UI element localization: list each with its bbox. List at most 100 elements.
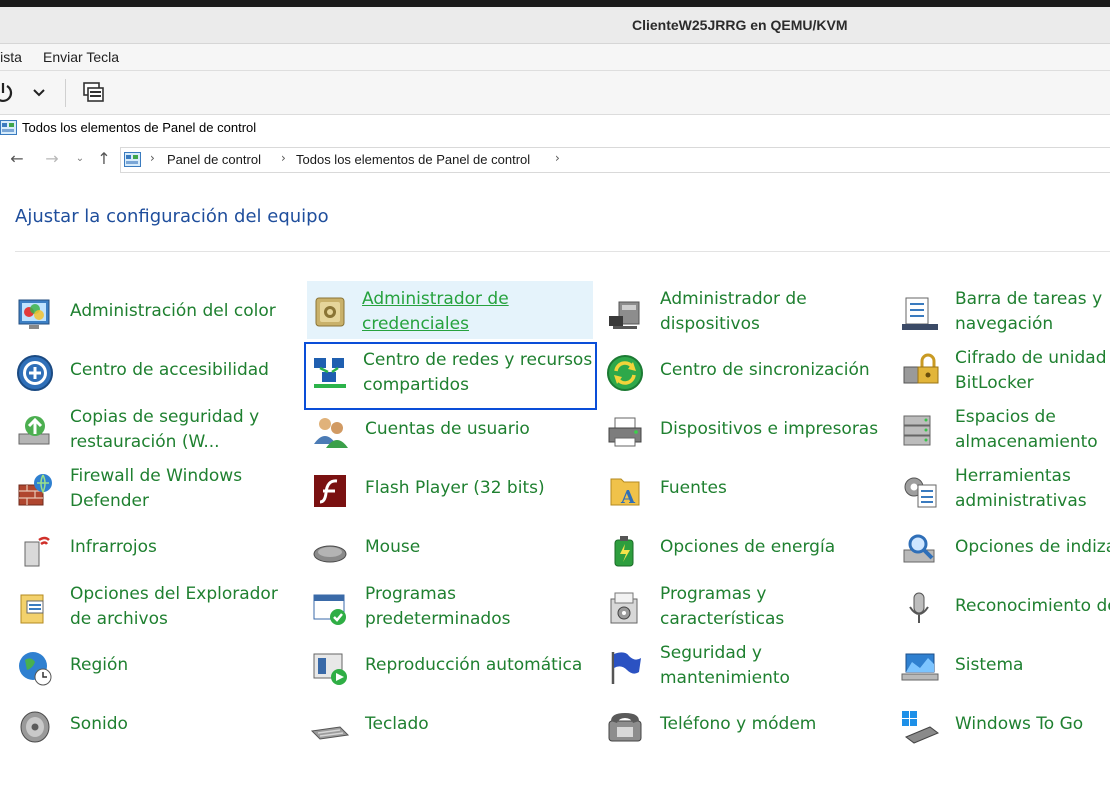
chevron-down-icon[interactable] bbox=[32, 87, 46, 99]
item-barra-tareas[interactable]: Barra de tareas y navegación bbox=[900, 283, 1110, 339]
item-label: Centro de sincronización bbox=[660, 360, 870, 380]
item-label: administrativas bbox=[955, 491, 1087, 511]
menu-vista[interactable]: Vista bbox=[0, 49, 22, 65]
power-options-icon bbox=[614, 536, 634, 567]
explorer-titlebar: Todos los elementos de Panel de control bbox=[0, 116, 1110, 142]
color-management-icon bbox=[18, 299, 50, 329]
vm-titlebar[interactable]: ClienteW25JRRG en QEMU/KVM bbox=[0, 7, 1110, 44]
item-label: Administrador de bbox=[660, 289, 807, 309]
item-label: Flash Player (32 bits) bbox=[365, 478, 545, 498]
item-firewall[interactable]: Firewall de Windows Defender bbox=[15, 460, 307, 516]
item-label: Copias de seguridad y bbox=[70, 407, 260, 427]
item-label: Firewall de Windows bbox=[70, 466, 243, 486]
item-label: Opciones de energía bbox=[660, 537, 836, 557]
indexing-icon bbox=[903, 534, 935, 563]
system-icon bbox=[901, 653, 939, 681]
windows-to-go-icon bbox=[902, 711, 939, 744]
menu-enviar-tecla[interactable]: Enviar Tecla bbox=[43, 49, 119, 65]
item-label: de archivos bbox=[70, 609, 168, 629]
forward-arrow-icon[interactable]: → bbox=[42, 149, 62, 168]
device-manager-icon bbox=[609, 301, 640, 329]
item-centro-sincronizacion[interactable]: Centro de sincronización bbox=[605, 342, 897, 398]
breadcrumb-control-panel[interactable]: Panel de control bbox=[167, 152, 261, 167]
item-label: Reconocimiento de bbox=[955, 596, 1110, 616]
item-centro-redes[interactable]: Centro de redes y recursos compartidos bbox=[304, 342, 597, 410]
item-herramientas-administrativas[interactable]: Herramientas administrativas bbox=[900, 460, 1110, 516]
infrared-icon bbox=[24, 536, 50, 567]
item-label: Opciones de indizac bbox=[955, 537, 1110, 557]
breadcrumb-chevron-icon[interactable]: › bbox=[555, 151, 560, 165]
item-label: compartidos bbox=[363, 375, 469, 395]
credential-manager-icon bbox=[315, 297, 345, 327]
vm-menubar: Vista Enviar Tecla bbox=[0, 44, 1110, 71]
item-label: predeterminados bbox=[365, 609, 511, 629]
item-region[interactable]: Región bbox=[15, 637, 307, 693]
item-sonido[interactable]: Sonido bbox=[15, 696, 307, 752]
recent-locations-icon[interactable]: ⌄ bbox=[70, 153, 90, 164]
item-centro-accesibilidad[interactable]: Centro de accesibilidad bbox=[15, 342, 307, 398]
item-sistema[interactable]: Sistema bbox=[900, 637, 1110, 693]
default-programs-icon bbox=[313, 594, 346, 625]
item-administrador-dispositivos[interactable]: Administrador de dispositivos bbox=[605, 283, 897, 339]
back-arrow-icon[interactable]: ← bbox=[7, 149, 27, 168]
item-label: Cifrado de unidad bbox=[955, 348, 1107, 368]
item-label: mantenimiento bbox=[660, 668, 790, 688]
svg-text:A: A bbox=[620, 487, 636, 508]
toolbar-separator bbox=[65, 79, 66, 107]
item-reconocimiento-voz[interactable]: Reconocimiento de bbox=[900, 578, 1110, 634]
breadcrumb-chevron-icon[interactable]: › bbox=[281, 151, 286, 165]
power-icon[interactable] bbox=[0, 81, 14, 105]
item-fuentes[interactable]: A Fuentes bbox=[605, 460, 897, 516]
item-espacios-almacenamiento[interactable]: Espacios de almacenamiento bbox=[900, 401, 1110, 457]
item-label: Teclado bbox=[365, 714, 429, 734]
mouse-icon bbox=[313, 545, 347, 563]
item-administracion-color[interactable]: Administración del color bbox=[15, 283, 307, 339]
address-bar[interactable]: › Panel de control › Todos los elementos… bbox=[120, 147, 1110, 173]
item-windows-to-go[interactable]: Windows To Go bbox=[900, 696, 1110, 752]
firewall-icon bbox=[18, 474, 52, 506]
item-seguridad-mantenimiento[interactable]: Seguridad y mantenimiento bbox=[605, 637, 897, 693]
storage-spaces-icon bbox=[903, 415, 931, 446]
item-cuentas-usuario[interactable]: Cuentas de usuario bbox=[310, 401, 602, 457]
item-dispositivos-impresoras[interactable]: Dispositivos e impresoras bbox=[605, 401, 897, 457]
bitlocker-icon bbox=[903, 353, 939, 384]
item-label: Infrarrojos bbox=[70, 537, 157, 557]
network-center-icon bbox=[314, 358, 346, 388]
security-maintenance-icon bbox=[611, 652, 641, 684]
breadcrumb-chevron-icon[interactable]: › bbox=[150, 151, 155, 165]
item-label: Herramientas bbox=[955, 466, 1071, 486]
admin-tools-icon bbox=[904, 477, 937, 508]
fonts-icon: A bbox=[610, 478, 640, 508]
up-arrow-icon[interactable]: ↑ bbox=[94, 149, 114, 168]
item-copias-seguridad[interactable]: Copias de seguridad y restauración (W... bbox=[15, 401, 307, 457]
item-label: Barra de tareas y bbox=[955, 289, 1103, 309]
item-programas-predeterminados[interactable]: Programas predeterminados bbox=[310, 578, 602, 634]
item-label: Sonido bbox=[70, 714, 128, 734]
item-teclado[interactable]: Teclado bbox=[310, 696, 602, 752]
item-programas-caracteristicas[interactable]: Programas y características bbox=[605, 578, 897, 634]
item-bitlocker[interactable]: Cifrado de unidad BitLocker bbox=[900, 342, 1110, 398]
item-label: Seguridad y bbox=[660, 643, 762, 663]
item-mouse[interactable]: Mouse bbox=[310, 519, 602, 575]
speech-recognition-icon bbox=[909, 592, 929, 623]
item-label: Centro de redes y recursos bbox=[363, 350, 593, 370]
item-label: Teléfono y módem bbox=[660, 714, 817, 734]
item-opciones-explorador[interactable]: Opciones del Explorador de archivos bbox=[15, 578, 307, 634]
item-reproduccion-automatica[interactable]: Reproducción automática bbox=[310, 637, 602, 693]
item-telefono-modem[interactable]: Teléfono y módem bbox=[605, 696, 897, 752]
breadcrumb-all-items[interactable]: Todos los elementos de Panel de control bbox=[296, 152, 530, 167]
item-opciones-indizacion[interactable]: Opciones de indizac bbox=[900, 519, 1110, 575]
item-flash-player[interactable]: Flash Player (32 bits) bbox=[310, 460, 602, 516]
item-opciones-energia[interactable]: Opciones de energía bbox=[605, 519, 897, 575]
backup-icon bbox=[18, 416, 50, 445]
item-label: navegación bbox=[955, 314, 1054, 334]
item-infrarrojos[interactable]: Infrarrojos bbox=[15, 519, 307, 575]
item-label: Dispositivos e impresoras bbox=[660, 419, 879, 439]
item-label: BitLocker bbox=[955, 373, 1034, 393]
item-label: Programas y bbox=[660, 584, 767, 604]
printer-icon bbox=[608, 417, 642, 447]
item-label: credenciales bbox=[362, 314, 469, 334]
item-administrador-credenciales[interactable]: Administrador de credenciales bbox=[307, 281, 593, 339]
flash-player-icon bbox=[314, 475, 346, 507]
console-icon[interactable] bbox=[83, 82, 105, 104]
